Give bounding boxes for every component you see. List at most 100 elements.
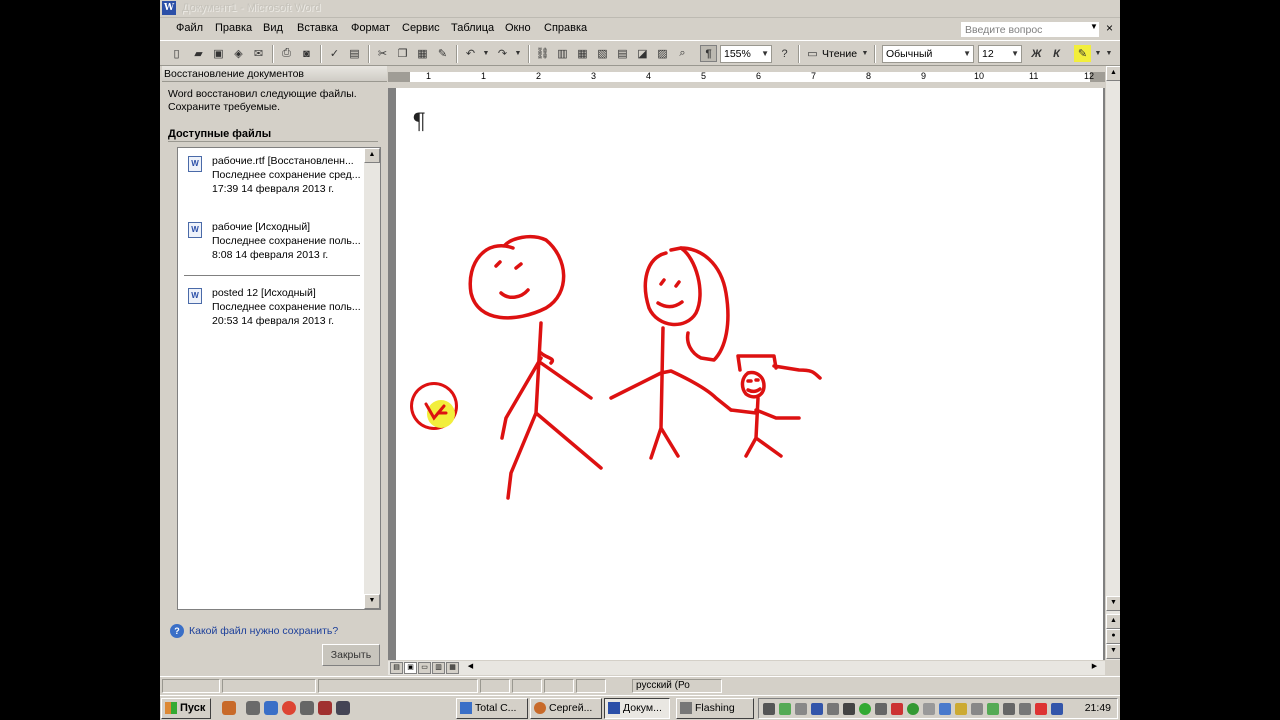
drawing-icon[interactable]: ◪ [634, 45, 651, 62]
scroll-right-icon[interactable]: ▶ [1088, 662, 1101, 674]
copy-icon[interactable]: ❐ [394, 45, 411, 62]
document-map-icon[interactable]: ▨ [654, 45, 671, 62]
task-browser[interactable]: Сергей... [530, 698, 602, 719]
scroll-down-icon[interactable]: ▼ [1106, 596, 1120, 611]
scroll-left-icon[interactable]: ◀ [464, 662, 477, 674]
tray-icon[interactable] [811, 703, 823, 715]
vertical-scrollbar[interactable]: ▲ ▼ ▲ ● ▼ [1105, 66, 1120, 660]
style-combo[interactable]: Обычный ▼ [882, 45, 974, 63]
paste-icon[interactable]: ▦ [414, 45, 431, 62]
quick-launch-icon[interactable] [222, 701, 236, 715]
help-icon[interactable]: ? [776, 45, 793, 62]
insert-excel-icon[interactable]: ▧ [594, 45, 611, 62]
horizontal-scrollbar[interactable]: ▤ ▣ ▭ ▥ ▦ ◀ ▶ [388, 660, 1105, 675]
print-icon[interactable]: ⎙ [278, 45, 295, 62]
scroll-down-icon[interactable]: ▼ [364, 594, 380, 609]
document-page[interactable]: ¶ [396, 88, 1103, 660]
print-layout-icon[interactable]: ▭ [418, 662, 431, 674]
print-preview-icon[interactable]: ◙ [298, 45, 315, 62]
tables-borders-icon[interactable]: ▥ [554, 45, 571, 62]
chevron-down-icon[interactable]: ▼ [761, 49, 769, 58]
chevron-down-icon[interactable]: ▼ [514, 45, 522, 62]
menu-insert[interactable]: Вставка [297, 22, 338, 34]
menu-table[interactable]: Таблица [451, 22, 494, 34]
menu-window[interactable]: Окно [505, 22, 531, 34]
horizontal-ruler[interactable]: 1 1 2 3 4 5 6 7 8 9 10 11 12 [388, 66, 1105, 88]
tray-icon[interactable] [875, 703, 887, 715]
chevron-down-icon[interactable]: ▼ [1011, 49, 1019, 58]
tray-icon[interactable] [795, 703, 807, 715]
chevron-down-icon[interactable]: ▼ [1090, 22, 1098, 31]
menu-edit[interactable]: Правка [215, 22, 252, 34]
chevron-down-icon[interactable]: ▼ [1094, 45, 1102, 62]
tray-icon[interactable] [939, 703, 951, 715]
spelling-icon[interactable]: ✓ [326, 45, 343, 62]
quick-launch-icon[interactable] [336, 701, 350, 715]
web-layout-icon[interactable]: ▣ [404, 662, 417, 674]
toolbar-options-icon[interactable]: ▼ [860, 45, 870, 62]
tray-icon[interactable] [827, 703, 839, 715]
next-page-icon[interactable]: ▼ [1106, 644, 1120, 659]
tray-icon[interactable] [1051, 703, 1063, 715]
zoom-icon[interactable]: ⌕ [674, 45, 691, 62]
tray-icon[interactable] [1035, 703, 1047, 715]
tray-icon[interactable] [843, 703, 855, 715]
recovered-file-item[interactable]: W posted 12 [Исходный] Последнее сохране… [178, 284, 364, 344]
menu-file[interactable]: Файл [176, 22, 203, 34]
previous-page-icon[interactable]: ▲ [1106, 614, 1120, 629]
highlight-icon[interactable]: ✎ [1074, 45, 1091, 62]
recovered-file-item[interactable]: W рабочие [Исходный] Последнее сохранени… [178, 218, 364, 278]
tray-icon[interactable] [923, 703, 935, 715]
scroll-up-icon[interactable]: ▲ [364, 148, 380, 163]
outline-view-icon[interactable]: ▥ [432, 662, 445, 674]
research-icon[interactable]: ▤ [346, 45, 363, 62]
quick-launch-icon[interactable] [264, 701, 278, 715]
italic-button[interactable]: К [1048, 45, 1065, 62]
tray-icon[interactable] [971, 703, 983, 715]
task-word[interactable]: Докум... [604, 698, 670, 719]
menu-help[interactable]: Справка [544, 22, 587, 34]
quick-launch-icon[interactable] [318, 701, 332, 715]
menu-tools[interactable]: Сервис [402, 22, 440, 34]
chevron-down-icon[interactable]: ▼ [482, 45, 490, 62]
cut-icon[interactable]: ✂ [374, 45, 391, 62]
quick-launch-icon[interactable] [246, 701, 260, 715]
undo-icon[interactable]: ↶ [462, 45, 479, 62]
menu-format[interactable]: Формат [351, 22, 390, 34]
reading-layout-icon[interactable]: ▦ [446, 662, 459, 674]
columns-icon[interactable]: ▤ [614, 45, 631, 62]
new-document-icon[interactable]: ▯ [168, 45, 185, 62]
open-folder-icon[interactable]: ▰ [190, 45, 207, 62]
help-icon[interactable]: ? [170, 624, 184, 638]
scroll-up-icon[interactable]: ▲ [1106, 66, 1120, 81]
close-pane-button[interactable]: Закрыть [322, 644, 380, 666]
tray-icon[interactable] [891, 703, 903, 715]
permission-icon[interactable]: ◈ [230, 45, 247, 62]
tray-icon[interactable] [859, 703, 871, 715]
hyperlink-icon[interactable]: ⛓ [534, 45, 551, 62]
zoom-combo[interactable]: 155% ▼ [720, 45, 772, 63]
recovered-file-item[interactable]: W рабочие.rtf [Восстановленн... Последне… [178, 152, 364, 212]
start-button[interactable]: Пуск [161, 698, 211, 719]
email-icon[interactable]: ✉ [250, 45, 267, 62]
task-total-commander[interactable]: Total C... [456, 698, 528, 719]
tray-icon[interactable] [779, 703, 791, 715]
read-mode-button[interactable]: Чтение [822, 48, 857, 60]
tray-icon[interactable] [987, 703, 999, 715]
tray-icon[interactable] [763, 703, 775, 715]
list-scrollbar[interactable]: ▲ ▼ [364, 148, 380, 609]
tray-icon[interactable] [1019, 703, 1031, 715]
tray-icon[interactable] [955, 703, 967, 715]
font-size-combo[interactable]: 12 ▼ [978, 45, 1022, 63]
format-painter-icon[interactable]: ✎ [434, 45, 451, 62]
which-file-help-link[interactable]: Какой файл нужно сохранить? [189, 625, 338, 637]
select-browse-object-icon[interactable]: ● [1106, 629, 1120, 644]
save-icon[interactable]: ▣ [210, 45, 227, 62]
normal-view-icon[interactable]: ▤ [390, 662, 403, 674]
quick-launch-icon[interactable] [300, 701, 314, 715]
redo-icon[interactable]: ↷ [494, 45, 511, 62]
bold-button[interactable]: Ж [1028, 45, 1045, 62]
tray-icon[interactable] [907, 703, 919, 715]
read-mode-icon[interactable]: ▭ [804, 45, 821, 62]
menu-view[interactable]: Вид [263, 22, 283, 34]
